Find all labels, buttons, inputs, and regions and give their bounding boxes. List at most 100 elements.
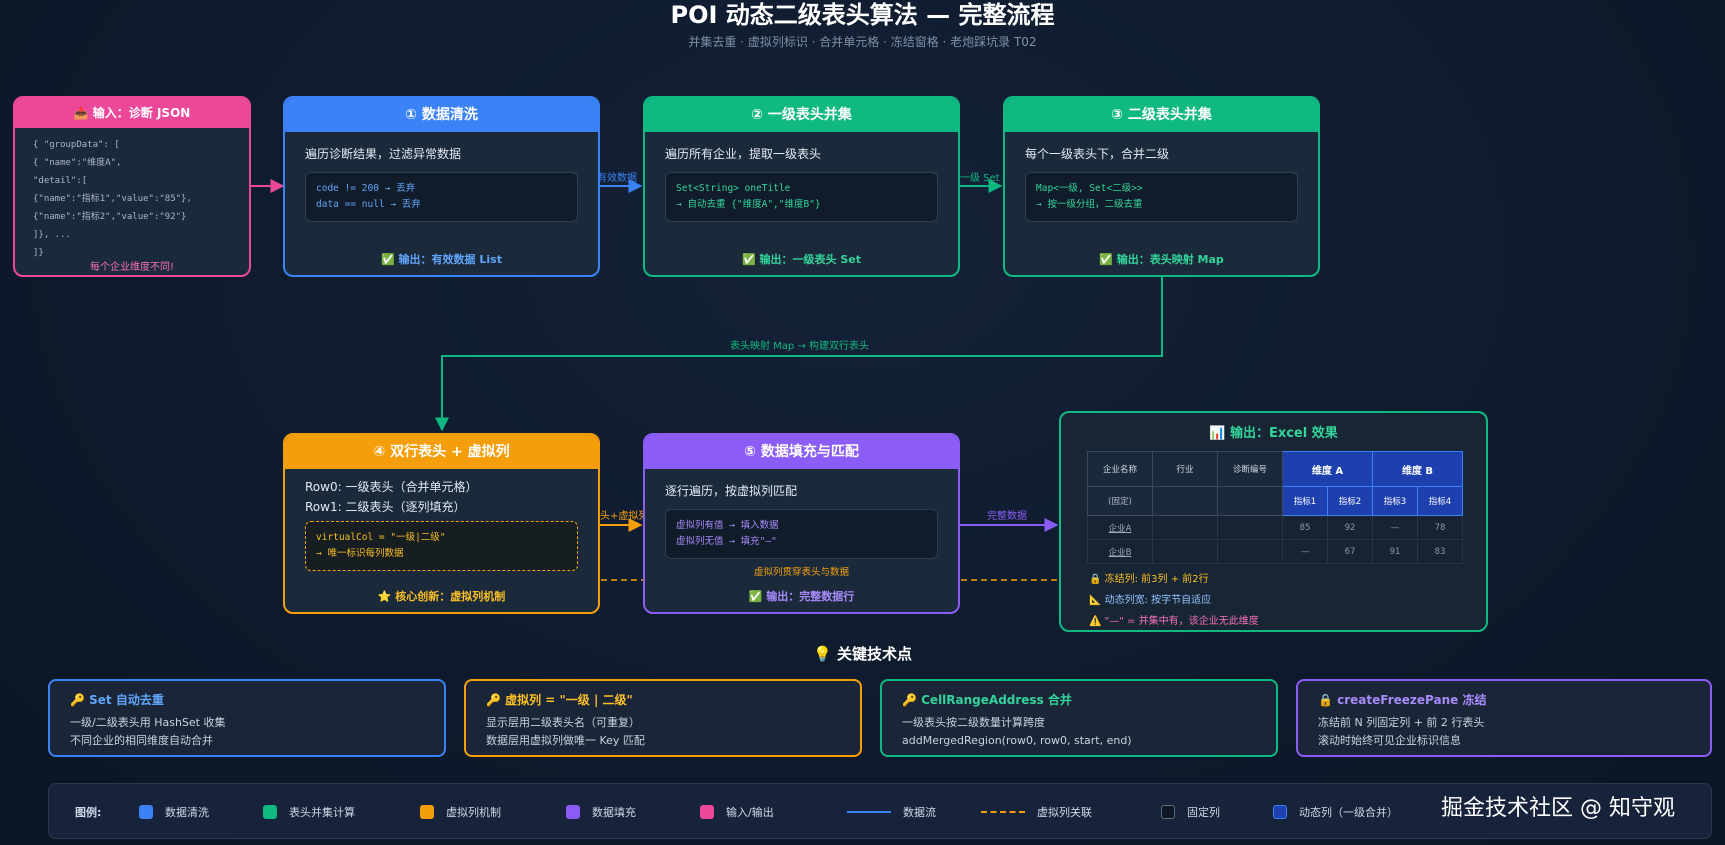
legend-swatch [1161,805,1175,819]
step4-code: virtualCol = "一级|二级" → 唯一标识每列数据 [305,521,578,571]
legend-item-virtual: 虚拟列机制 [420,804,501,820]
excel-header-diag-id: 诊断编号 [1217,451,1283,487]
step5-code: 虚拟列有值 → 填入数据 虚拟列无值 → 填充"—" [665,509,938,559]
excel-sub-metric4: 指标4 [1417,486,1463,516]
step3-desc: 每个一级表头下，合并二级 [1025,147,1170,161]
tip-line: 冻结前 N 列固定列 + 前 2 行表头 [1318,716,1485,729]
input-json-note: 每个企业维度不同! [89,262,174,273]
step1-data-cleaning: ① 数据清洗 遍历诊断结果，过滤异常数据 code != 200 → 丢弃 dat… [283,96,600,277]
tip-line: 显示层用二级表头名（可重复） [486,716,640,729]
legend-item-virtual-link: 虚拟列关联 [981,804,1092,820]
excel-sub-metric1: 指标1 [1282,486,1328,516]
legend-swatch [263,805,277,819]
tip-title: 🔑 虚拟列 = "一级 | 二级" [486,693,633,707]
excel-fixed-empty [1217,486,1283,516]
tip-set-dedup: 🔑 Set 自动去重 一级/二级表头用 HashSet 收集 不同企业的相同维度… [48,679,446,757]
legend-item-cleaning: 数据清洗 [139,804,209,820]
step4-double-header: ④ 双行表头 + 虚拟列 Row0: 一级表头（合并单元格） Row1: 二级表头… [283,433,600,614]
step3-code: Map<一级, Set<二级>> → 按一级分组，二级去重 [1025,172,1298,222]
legend-swatch [420,805,434,819]
tip-line: 数据层用虚拟列做唯一 Key 匹配 [486,734,645,747]
step3-output: ✅ 输出：表头映射 Map [1099,253,1224,266]
legend-line-dashed [981,811,1025,813]
legend-swatch [700,805,714,819]
tip-title: 🔒 createFreezePane 冻结 [1318,693,1487,707]
legend-swatch [566,805,580,819]
excel-sub-metric3: 指标3 [1372,486,1418,516]
tip-line: 滚动时始终可见企业标识信息 [1318,734,1461,747]
legend-label: 图例: [75,806,102,819]
watermark: 掘金技术社区 @ 知守观 [1441,796,1675,821]
step5-desc: 逐行遍历，按虚拟列匹配 [665,484,798,498]
legend-line-solid [847,811,891,813]
legend-swatch [139,805,153,819]
legend-item-fill: 数据填充 [566,804,636,820]
tip-line: 一级表头按二级数量计算跨度 [902,716,1045,729]
tip-title: 🔑 Set 自动去重 [70,693,164,707]
excel-cell [1217,539,1283,564]
step2-output: ✅ 输出：一级表头 Set [742,253,861,266]
legend-item-union: 表头并集计算 [263,804,355,820]
arrow-label-valid-data: 有效数据 [597,173,637,184]
arrow-label-level1-set: 一级 Set [960,173,1000,184]
step1-desc: 遍历诊断结果，过滤异常数据 [305,147,462,161]
tip-line: 不同企业的相同维度自动合并 [70,734,213,747]
excel-dim-a: 维度 A [1282,451,1373,487]
excel-cell: 83 [1417,539,1463,564]
step5-inner-note: 虚拟列贯穿表头与数据 [753,567,849,578]
key-points-title: 💡 关键技术点 [813,645,912,663]
excel-sub-metric2: 指标2 [1327,486,1373,516]
step5-output: ✅ 输出：完整数据行 [748,590,855,603]
step4-title: ④ 双行表头 + 虚拟列 [285,435,598,469]
excel-cell [1152,539,1218,564]
excel-title: 📊 输出：Excel 效果 [1209,426,1338,441]
tip-line: addMergedRegion(row0, row0, start, end) [902,734,1132,747]
legend-item-fixed: 固定列 [1161,804,1220,820]
excel-note-dash: ⚠️ "—" = 并集中有，该企业无此维度 [1089,616,1259,627]
excel-cell: 67 [1327,539,1373,564]
tip-freeze-pane: 🔒 createFreezePane 冻结 冻结前 N 列固定列 + 前 2 行… [1296,679,1712,757]
excel-preview-table: 企业名称 行业 诊断编号 维度 A 维度 B (固定) 指标1 指标2 指标3 … [1087,451,1463,564]
excel-cell-name: 企业B [1087,539,1153,564]
step5-data-fill: ⑤ 数据填充与匹配 逐行遍历，按虚拟列匹配 虚拟列有值 → 填入数据 虚拟列无值 … [643,433,960,614]
step4-output: ⭐ 核心创新：虚拟列机制 [377,590,506,603]
step2-level1-union: ② 一级表头并集 遍历所有企业，提取一级表头 Set<String> oneTi… [643,96,960,277]
excel-cell: 91 [1372,539,1418,564]
excel-cell [1217,515,1283,540]
excel-note-freeze: 🔒 冻结列: 前3列 + 前2行 [1089,574,1209,585]
tip-line: 一级/二级表头用 HashSet 收集 [70,716,226,729]
arrow-step3-to-step4 [435,277,1163,432]
excel-cell: 92 [1327,515,1373,540]
input-json-title: 📥 输入：诊断 JSON [15,98,249,128]
step1-code: code != 200 → 丢弃 data == null → 丢弃 [305,172,578,222]
arrow-label-full-data: 完整数据 [987,511,1027,522]
step1-output: ✅ 输出：有效数据 List [381,253,502,266]
excel-header-industry: 行业 [1152,451,1218,487]
excel-cell [1152,515,1218,540]
step3-level2-union: ③ 二级表头并集 每个一级表头下，合并二级 Map<一级, Set<二级>> → … [1003,96,1320,277]
excel-cell: — [1282,539,1328,564]
tip-virtual-col: 🔑 虚拟列 = "一级 | 二级" 显示层用二级表头名（可重复） 数据层用虚拟列… [464,679,862,757]
step3-title: ③ 二级表头并集 [1005,98,1318,132]
excel-fixed-label: (固定) [1087,486,1153,516]
legend-item-io: 输入/输出 [700,804,774,820]
excel-dim-b: 维度 B [1372,451,1463,487]
step2-title: ② 一级表头并集 [645,98,958,132]
tip-title: 🔑 CellRangeAddress 合并 [902,693,1072,707]
legend-swatch [1273,805,1287,819]
excel-cell: 78 [1417,515,1463,540]
excel-note-width: 📐 动态列宽: 按字节自适应 [1089,595,1212,606]
legend-item-dynamic: 动态列（一级合并） [1273,804,1398,820]
tip-cell-range: 🔑 CellRangeAddress 合并 一级表头按二级数量计算跨度 addM… [880,679,1278,757]
excel-cell-name: 企业A [1087,515,1153,540]
step1-title: ① 数据清洗 [285,98,598,132]
excel-header-company: 企业名称 [1087,451,1153,487]
arrow-label-header-map: 表头映射 Map → 构建双行表头 [730,341,870,352]
excel-cell: 85 [1282,515,1328,540]
excel-row-company-a: 企业A 85 92 — 78 [1087,515,1463,540]
excel-fixed-empty [1152,486,1218,516]
legend-item-dataflow: 数据流 [847,804,936,820]
step2-code: Set<String> oneTitle → 自动去重 {"维度A","维度B"} [665,172,938,222]
step2-desc: 遍历所有企业，提取一级表头 [665,147,822,161]
excel-row-company-b: 企业B — 67 91 83 [1087,539,1463,564]
